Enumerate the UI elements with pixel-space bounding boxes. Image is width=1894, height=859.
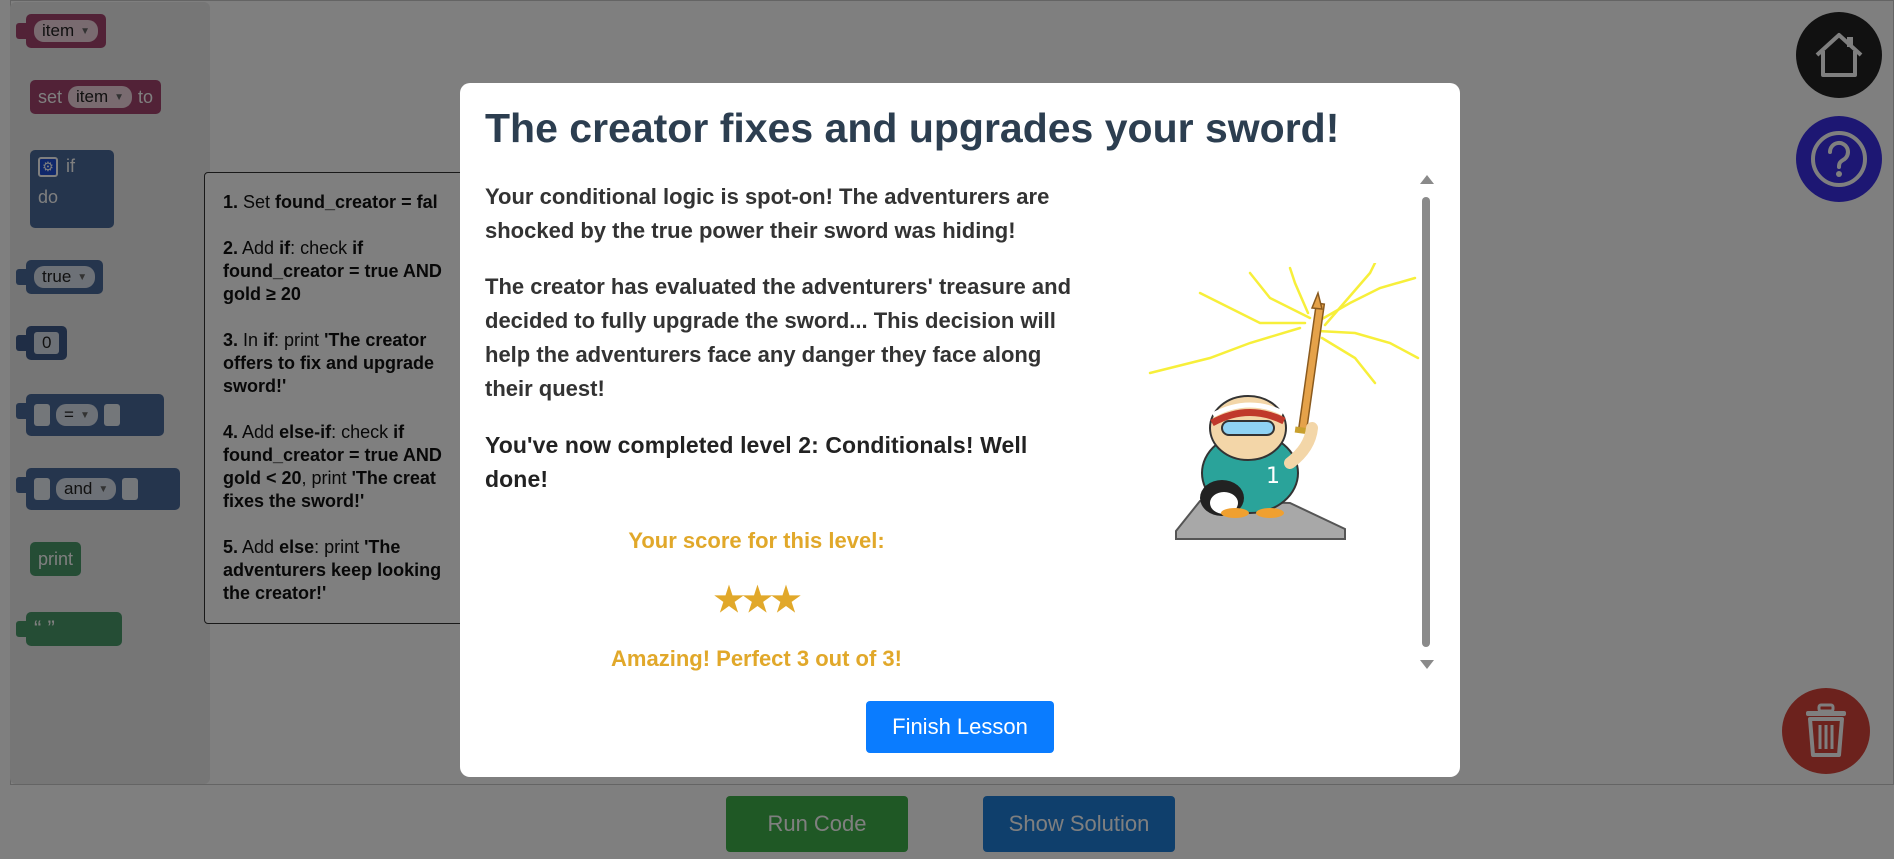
modal-title: The creator fixes and upgrades your swor… — [485, 105, 1340, 151]
level-complete-message: You've now completed level 2: Conditiona… — [485, 432, 1028, 492]
scrollbar-thumb[interactable] — [1422, 197, 1430, 647]
level-complete-modal: The creator fixes and upgrades your swor… — [460, 83, 1460, 777]
modal-paragraph-2: The creator has evaluated the adventurer… — [485, 274, 1072, 401]
svg-text:1: 1 — [1266, 464, 1280, 489]
scroll-down-icon[interactable] — [1420, 660, 1434, 669]
modal-paragraph-1: Your conditional logic is spot-on! The a… — [485, 184, 1050, 243]
score-message: Amazing! Perfect 3 out of 3! — [611, 646, 902, 671]
star-rating: ★★★ — [713, 581, 801, 619]
score-label: Your score for this level: — [628, 528, 885, 553]
penguin-sword-illustration: 1 — [1148, 263, 1420, 540]
scroll-up-icon[interactable] — [1420, 175, 1434, 184]
modal-scrollbar[interactable] — [1418, 175, 1438, 675]
modal-body: Your conditional logic is spot-on! The a… — [485, 180, 1075, 518]
finish-lesson-button[interactable]: Finish Lesson — [866, 701, 1054, 753]
